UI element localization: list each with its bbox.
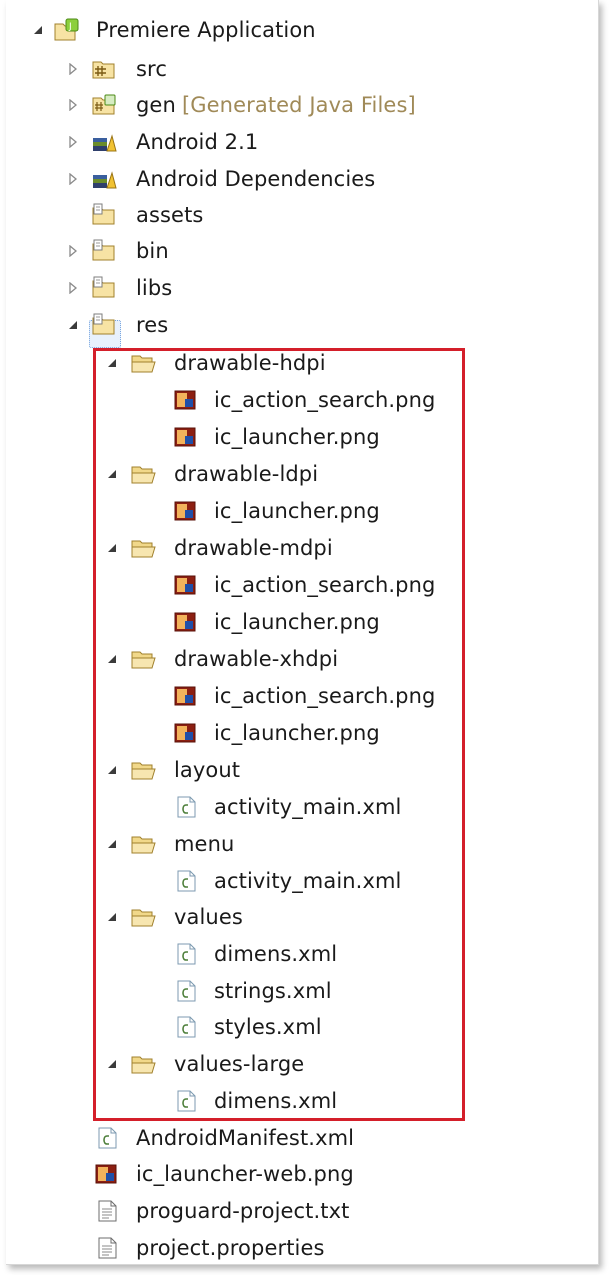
library-icon — [92, 167, 117, 191]
tree-decoration: [Generated Java Files] — [182, 93, 416, 117]
tree-row-android-dependencies[interactable]: Android Dependencies — [0, 161, 600, 197]
tree-row-src[interactable]: src — [0, 51, 600, 87]
expanded-arrow-icon[interactable] — [31, 12, 45, 48]
android-project-icon: J — [54, 18, 79, 42]
svg-text:J: J — [68, 22, 72, 32]
tree-row-project[interactable]: J Premiere Application — [0, 12, 600, 48]
tree-row-assets[interactable]: assets — [0, 197, 600, 233]
collapsed-arrow-icon[interactable] — [66, 233, 80, 269]
folder-icon — [92, 239, 116, 263]
collapsed-arrow-icon[interactable] — [66, 161, 80, 197]
tree-label: proguard-project.txt — [136, 1199, 350, 1223]
tree-label: AndroidManifest.xml — [136, 1126, 355, 1150]
text-file-icon — [96, 1199, 120, 1223]
tree-row-file[interactable]: ic_launcher-web.png — [0, 1156, 600, 1192]
tree-label: src — [136, 57, 167, 81]
collapsed-arrow-icon[interactable] — [66, 51, 80, 87]
tree-label: gen — [136, 93, 176, 117]
collapsed-arrow-icon[interactable] — [66, 124, 80, 160]
tree-label: project.properties — [136, 1236, 325, 1260]
source-folder-icon — [92, 57, 116, 81]
tree-label: ic_launcher-web.png — [136, 1162, 354, 1186]
tree-row-gen[interactable]: gen [Generated Java Files] — [0, 87, 600, 123]
tree-label: res — [136, 313, 169, 337]
tree-label: Android Dependencies — [136, 167, 376, 191]
tree-row-bin[interactable]: bin — [0, 233, 600, 269]
xml-file-icon — [96, 1126, 120, 1150]
folder-icon — [92, 313, 116, 337]
folder-icon — [92, 203, 116, 227]
tree-row-file[interactable]: AndroidManifest.xml — [0, 1120, 600, 1156]
tree-label: libs — [136, 276, 173, 300]
tree-row-android-library[interactable]: Android 2.1 — [0, 124, 600, 160]
generated-folder-icon — [92, 93, 116, 117]
tree-label: Android 2.1 — [136, 130, 259, 154]
highlight-box — [93, 348, 465, 1121]
png-file-icon — [94, 1162, 118, 1186]
text-file-icon — [96, 1236, 120, 1260]
tree-row-libs[interactable]: libs — [0, 270, 600, 306]
tree-row-file[interactable]: project.properties — [0, 1230, 600, 1266]
collapsed-arrow-icon[interactable] — [66, 87, 80, 123]
tree-label: bin — [136, 239, 169, 263]
tree-row-res[interactable]: res — [0, 307, 600, 343]
tree-label: assets — [136, 203, 204, 227]
folder-icon — [92, 276, 116, 300]
collapsed-arrow-icon[interactable] — [66, 270, 80, 306]
expanded-arrow-icon[interactable] — [66, 307, 80, 343]
tree-label: Premiere Application — [96, 18, 316, 42]
tree-row-file[interactable]: proguard-project.txt — [0, 1193, 600, 1229]
library-icon — [92, 130, 117, 154]
